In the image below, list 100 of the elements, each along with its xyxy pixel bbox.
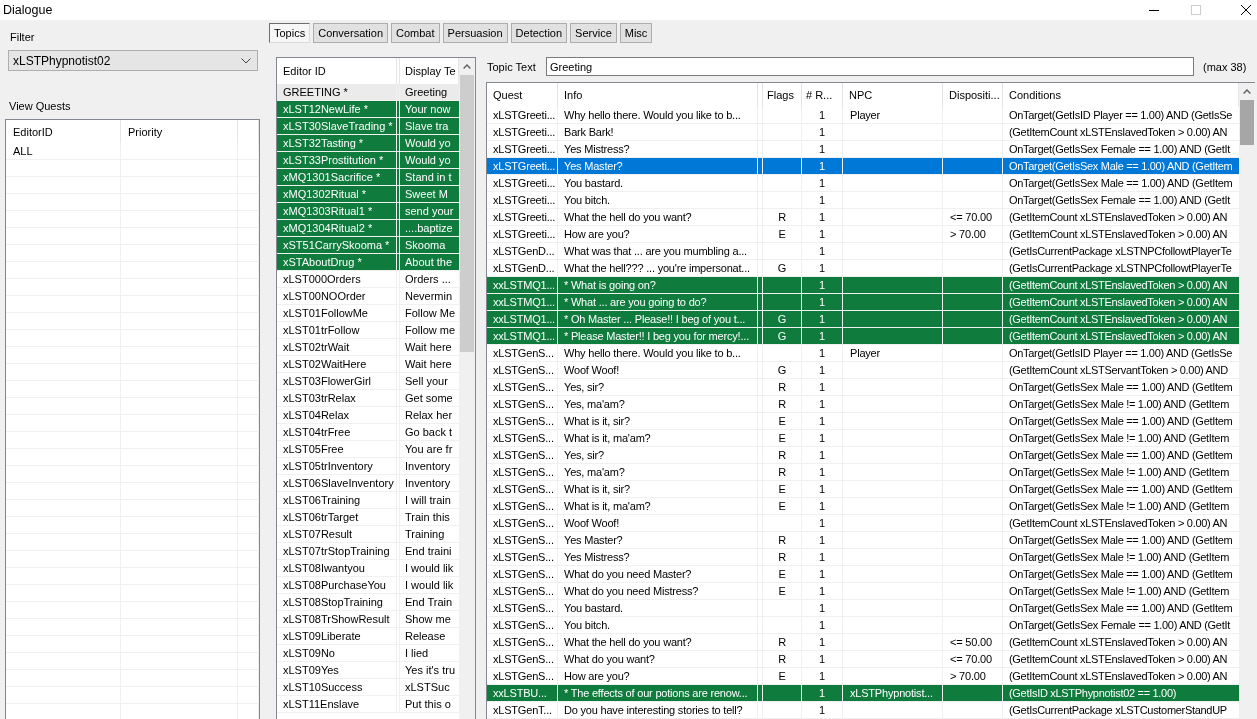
table-row[interactable]: xLSTGenS... Woof Woof! 1 (GetItemCount xLSTEnslavedToken > 0.00) AN — [487, 515, 1239, 532]
table-row[interactable]: xLSTGreeti... Yes Mistress? 1 OnTarget(GetIsSex Female == 1.00) AND (GetIt — [487, 141, 1239, 158]
list-row[interactable]: xLST05Free You are fr — [277, 441, 459, 458]
table-cell: 1 — [802, 175, 843, 191]
chevron-down-icon[interactable] — [241, 57, 251, 64]
scrollbar-thumb[interactable] — [460, 75, 474, 352]
list-row[interactable]: xSTAboutDrug * About the — [277, 254, 459, 271]
table-row[interactable]: xLSTGenS... What do you need Master? E 1 OnTarget(GetIsSex Male == 1.00) AND (GetItem — [487, 566, 1239, 583]
list-row[interactable]: xLST08PurchaseYou I would lik — [277, 577, 459, 594]
scrollbar-thumb[interactable] — [1240, 100, 1254, 145]
list-row[interactable]: xMQ1304Ritual2 * ....baptize — [277, 220, 459, 237]
list-row[interactable]: xLST11Enslave Put this o — [277, 696, 459, 713]
topic-text-field[interactable]: Greeting — [546, 57, 1194, 76]
list-row[interactable]: xLST000Orders Orders ... — [277, 271, 459, 288]
table-cell-text: I will train — [404, 493, 452, 508]
list-row[interactable]: xLST07Result Training — [277, 526, 459, 543]
table-row[interactable]: xLSTGenS... What do you want? R 1 <= 70.00 (GetItemCount xLSTEnslavedToken > 0.00) AN — [487, 651, 1239, 668]
tab[interactable]: Detection — [510, 23, 568, 43]
list-row[interactable]: xLST09Liberate Release — [277, 628, 459, 645]
table-row[interactable]: xLSTGreeti... You bastard. 1 OnTarget(GetIsSex Male == 1.00) AND (GetItem — [487, 175, 1239, 192]
list-row[interactable]: xLST02WaitHere Wait here — [277, 356, 459, 373]
list-row[interactable]: xLST01trFollow Follow me — [277, 322, 459, 339]
list-row[interactable]: xMQ1301Sacrifice * Stand in t — [277, 169, 459, 186]
list-row[interactable]: xMQ1303Ritual1 * send your — [277, 203, 459, 220]
list-row[interactable]: xLST06trTarget Train this — [277, 509, 459, 526]
table-row[interactable]: xLSTGenS... What the hell do you want? R 1 <= 50.00 (GetItemCount xLSTEnslavedToken > 0.00) AN — [487, 634, 1239, 651]
table-row[interactable]: xLSTGenS... What do you need Mistress? E 1 OnTarget(GetIsSex Male != 1.00) AND (GetItem — [487, 583, 1239, 600]
table-cell-text: (GetItemCount xLSTEnslavedToken > 0.00) AN — [1008, 312, 1229, 327]
scrollbar[interactable] — [1239, 83, 1255, 719]
list-row[interactable]: xLST03FlowerGirl Sell your — [277, 373, 459, 390]
table-row[interactable]: xLSTGenS... Yes, sir? R 1 OnTarget(GetIsSex Male == 1.00) AND (GetItem — [487, 447, 1239, 464]
table-row[interactable]: xLSTGenS... What is it, sir? E 1 OnTarget(GetIsSex Male == 1.00) AND (GetItem — [487, 481, 1239, 498]
table-row[interactable]: xLSTGenS... Yes, ma'am? R 1 OnTarget(GetIsSex Male != 1.00) AND (GetItem — [487, 396, 1239, 413]
table-row[interactable]: xLSTGenS... Yes, ma'am? R 1 OnTarget(GetIsSex Male != 1.00) AND (GetItem — [487, 464, 1239, 481]
tab[interactable]: Persuasion — [442, 23, 508, 43]
list-row[interactable]: xLST09No I lied — [277, 645, 459, 662]
close-icon[interactable] — [1241, 5, 1251, 15]
tab[interactable]: Misc — [619, 23, 653, 43]
tab[interactable]: Service — [570, 23, 617, 43]
table-row[interactable]: xLSTGenS... Yes Mistress? R 1 OnTarget(GetIsSex Male != 1.00) AND (GetItem — [487, 549, 1239, 566]
table-row[interactable]: xxLSTMQ1... * What ... are you going to do? 1 (GetItemCount xLSTEnslavedToken > 0.00) AN — [487, 294, 1239, 311]
list-row[interactable]: xLST07trStopTraining End traini — [277, 543, 459, 560]
list-row[interactable]: xLST06Training I will train — [277, 492, 459, 509]
list-row[interactable]: xLST08Iwantyou I would lik — [277, 560, 459, 577]
table-cell: xxLSTBU... — [487, 685, 558, 701]
scrollbar[interactable] — [459, 58, 475, 719]
list-row[interactable]: xLST05trInventory Inventory — [277, 458, 459, 475]
table-cell: * Oh Master ... Please!! I beg of you t... — [558, 311, 758, 327]
list-row[interactable]: xMQ1302Ritual * Sweet M — [277, 186, 459, 203]
table-row[interactable]: xLSTGreeti... What the hell do you want? R 1 <= 70.00 (GetItemCount xLSTEnslavedToken > 0.00) AN — [487, 209, 1239, 226]
list-row[interactable]: xLST10Success xLSTSuc — [277, 679, 459, 696]
list-row[interactable]: xLST08StopTraining End Train — [277, 594, 459, 611]
table-row[interactable]: xxLSTMQ1... * Please Master!! I beg you for mercy!... G 1 (GetItemCount xLSTEnslavedToken > 0.00) AN — [487, 328, 1239, 345]
table-row[interactable]: xLSTGenS... Yes Master? R 1 OnTarget(GetIsSex Male == 1.00) AND (GetItem — [487, 532, 1239, 549]
column-header[interactable]: EditorID — [6, 120, 121, 143]
list-row[interactable]: GREETING * Greeting — [277, 84, 459, 101]
table-row[interactable]: xxLSTMQ1... * Oh Master ... Please!! I beg of you t... G 1 (GetItemCount xLSTEnslavedToken > 0.00) AN — [487, 311, 1239, 328]
table-row[interactable]: xxLSTMQ1... * What is going on? 1 (GetItemCount xLSTEnslavedToken > 0.00) AN — [487, 277, 1239, 294]
column-header[interactable]: Priority — [121, 120, 238, 143]
tab[interactable]: Combat — [391, 23, 440, 43]
table-row[interactable]: xxLSTBU... * The effects of our potions are renow... 1 xLSTPhypnotist... (GetIsID xLSTPhypnotist02 == 1.00) — [487, 685, 1239, 702]
list-row[interactable]: xLST02trWait Wait here — [277, 339, 459, 356]
table-row[interactable]: xLSTGreeti... You bitch. 1 OnTarget(GetIsSex Female == 1.00) AND (GetIt — [487, 192, 1239, 209]
tab[interactable]: Conversation — [313, 23, 388, 43]
list-row[interactable]: xLST04Relax Relax her — [277, 407, 459, 424]
list-row[interactable]: xLST03trRelax Get some — [277, 390, 459, 407]
table-row[interactable]: xLSTGenS... Yes, sir? R 1 OnTarget(GetIsSex Male == 1.00) AND (GetItem — [487, 379, 1239, 396]
list-row[interactable]: xLST09Yes Yes it's tru — [277, 662, 459, 679]
list-row[interactable]: xLST00NOOrder Nevermin — [277, 288, 459, 305]
table-row[interactable]: xLSTGenD... What the hell??? ... you're impersonat... G 1 (GetIsCurrentPackage xLSTNPCfollowtPlayerTe — [487, 260, 1239, 277]
table-cell: 1 — [802, 617, 843, 633]
table-row[interactable]: xLSTGenS... You bastard. 1 OnTarget(GetIsSex Male == 1.00) AND (GetItem — [487, 600, 1239, 617]
list-row[interactable]: xLST01FollowMe Follow Me — [277, 305, 459, 322]
table-row[interactable]: xLSTGreeti... Bark Bark! 1 (GetItemCount xLSTEnslavedToken > 0.00) AN — [487, 124, 1239, 141]
list-row[interactable]: xLST04trFree Go back t — [277, 424, 459, 441]
list-row[interactable]: xLST08TrShowResult Show me — [277, 611, 459, 628]
list-row[interactable]: xST51CarrySkooma * Skooma — [277, 237, 459, 254]
caret-up-icon[interactable] — [1243, 89, 1251, 94]
table-row[interactable]: xLSTGenS... You bitch. 1 OnTarget(GetIsSex Female == 1.00) AND (GetIt — [487, 617, 1239, 634]
list-row[interactable]: xLST06SlaveInventory Inventory — [277, 475, 459, 492]
list-row[interactable]: xLST33Prostitution * Would yo — [277, 152, 459, 169]
tab[interactable]: Topics — [269, 23, 311, 43]
table-cell-text: I lied — [404, 646, 430, 661]
table-row[interactable]: xLSTGenS... Woof Woof! G 1 (GetItemCount xLSTServantToken > 0.00) AND — [487, 362, 1239, 379]
filter-dropdown[interactable]: xLSTPhypnotist02 — [8, 50, 258, 71]
table-row[interactable]: xLSTGenS... What is it, sir? E 1 OnTarget(GetIsSex Male == 1.00) AND (GetItem — [487, 413, 1239, 430]
table-row[interactable]: xLSTGenD... What was that ... are you mumbling a... 1 (GetIsCurrentPackage xLSTNPCfollowtPlayerTe — [487, 243, 1239, 260]
list-row[interactable]: xLST30SlaveTrading * Slave tra — [277, 118, 459, 135]
table-row[interactable]: xLSTGenS... How are you? E 1 > 70.00 (GetItemCount xLSTEnslavedToken > 0.00) AN — [487, 668, 1239, 685]
table-row[interactable]: xLSTGenT... Do you have interesting stories to tell? 1 (GetIsCurrentPackage xLSTCustomerStandUP — [487, 702, 1239, 719]
table-row[interactable]: xLSTGenS... What is it, ma'am? E 1 OnTarget(GetIsSex Male != 1.00) AND (GetItem — [487, 498, 1239, 515]
list-row[interactable]: xLST12NewLife * Your now — [277, 101, 459, 118]
table-row[interactable]: xLSTGreeti... Why hello there. Would you like to b... 1 Player OnTarget(GetIsID Player == 1.00) AND (GetIsSe — [487, 107, 1239, 124]
table-row[interactable]: xLSTGenS... What is it, ma'am? E 1 OnTarget(GetIsSex Male != 1.00) AND (GetItem — [487, 430, 1239, 447]
minimize-icon[interactable] — [1149, 9, 1159, 11]
table-row[interactable]: xLSTGenS... Why hello there. Would you like to b... 1 Player OnTarget(GetIsID Player == 1.00) AND (GetIsSe — [487, 345, 1239, 362]
table-row[interactable]: xLSTGreeti... How are you? E 1 > 70.00 (GetItemCount xLSTEnslavedToken > 0.00) AN — [487, 226, 1239, 243]
list-row[interactable]: xLST32Tasting * Would yo — [277, 135, 459, 152]
caret-up-icon[interactable] — [463, 64, 471, 69]
table-row[interactable]: xLSTGreeti... Yes Master? 1 OnTarget(GetIsSex Male == 1.00) AND (GetItem — [487, 158, 1239, 175]
